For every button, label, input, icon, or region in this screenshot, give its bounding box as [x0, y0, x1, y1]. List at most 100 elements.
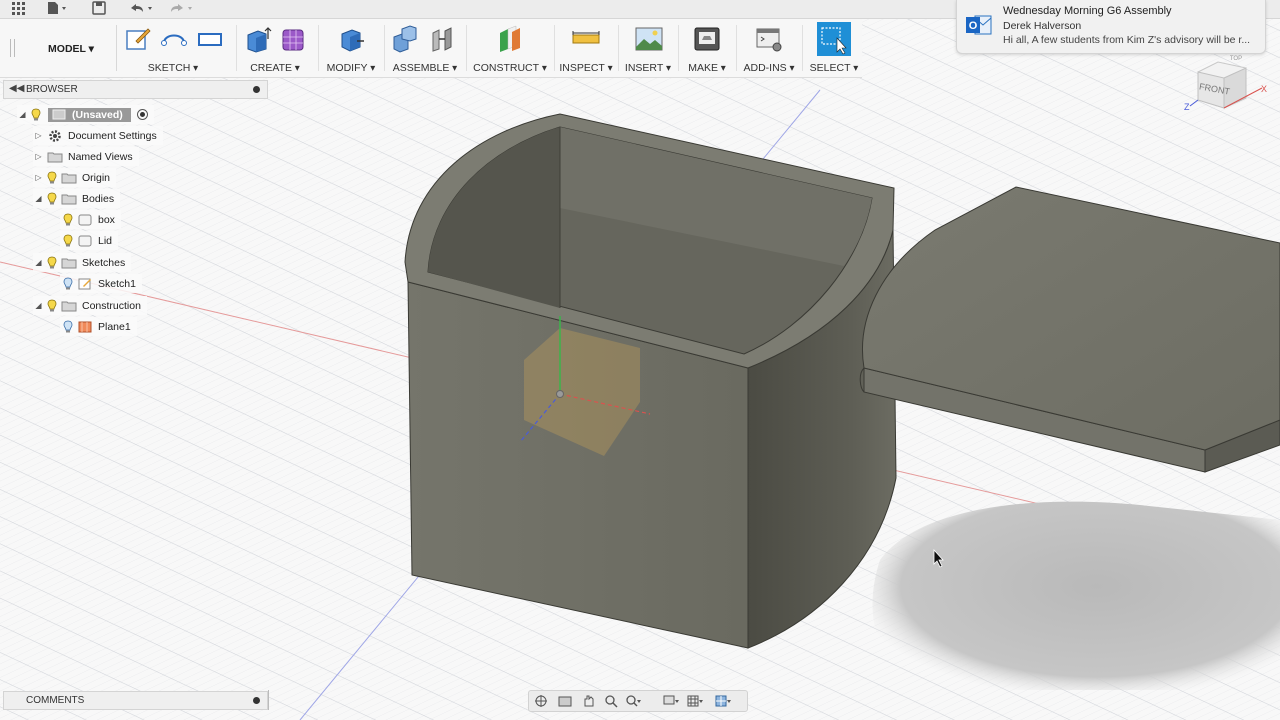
- expand-icon[interactable]: ◢: [17, 110, 28, 119]
- add-ins-menu[interactable]: ADD-INS: [738, 62, 800, 74]
- pin-icon[interactable]: [253, 86, 260, 93]
- document-name[interactable]: (Unsaved): [72, 109, 123, 121]
- grid-settings-icon[interactable]: [687, 694, 703, 708]
- file-icon[interactable]: [44, 0, 72, 16]
- fit-icon[interactable]: [625, 694, 641, 708]
- pan-icon[interactable]: [581, 694, 597, 708]
- folder-icon: [46, 150, 64, 163]
- sketch-group[interactable]: SKETCH: [118, 19, 228, 77]
- visibility-bulb-icon[interactable]: [44, 171, 60, 184]
- visibility-bulb-icon[interactable]: [60, 277, 76, 290]
- comments-grip[interactable]: [268, 690, 271, 710]
- tree-item-plane1[interactable]: Plane1: [60, 317, 137, 336]
- select-menu[interactable]: SELECT: [806, 62, 862, 74]
- 3d-print-icon[interactable]: [693, 25, 721, 53]
- tree-item-document-settings[interactable]: ▷ Document Settings: [33, 126, 163, 145]
- tree-item-sketch1[interactable]: Sketch1: [60, 274, 142, 293]
- expand-icon[interactable]: ▷: [33, 131, 44, 140]
- outlook-icon: O: [966, 15, 992, 35]
- tree-item-named-views[interactable]: ▷ Named Views: [33, 147, 139, 166]
- tree-item-lid[interactable]: Lid: [60, 231, 119, 250]
- press-pull-icon[interactable]: [337, 25, 365, 53]
- view-cube-top[interactable]: TOP: [1230, 56, 1242, 62]
- visibility-bulb-icon[interactable]: [60, 234, 76, 247]
- expand-icon[interactable]: ◢: [33, 194, 44, 203]
- extrude-icon[interactable]: [244, 25, 272, 53]
- email-notification[interactable]: O Wednesday Morning G6 Assembly Derek Ha…: [956, 0, 1266, 54]
- insert-image-icon[interactable]: [635, 25, 663, 53]
- insert-group[interactable]: INSERT: [620, 19, 676, 77]
- view-cube[interactable]: FRONT TOP X Z: [1178, 50, 1268, 120]
- viewports-icon[interactable]: [715, 694, 731, 708]
- offset-plane-icon[interactable]: [496, 25, 524, 53]
- orbit-icon[interactable]: [533, 694, 549, 708]
- tree-root[interactable]: ◢ (Unsaved): [17, 105, 154, 124]
- body-shadow: [872, 501, 1280, 690]
- form-icon[interactable]: [280, 25, 308, 53]
- make-group[interactable]: MAKE: [680, 19, 734, 77]
- visibility-bulb-icon[interactable]: [44, 256, 60, 269]
- ribbon-grip[interactable]: [10, 39, 15, 57]
- visibility-bulb-icon[interactable]: [44, 192, 60, 205]
- sketch-menu[interactable]: SKETCH: [118, 62, 228, 74]
- save-icon[interactable]: [90, 0, 108, 16]
- collapse-icon[interactable]: ◀◀: [9, 83, 24, 94]
- expand-icon[interactable]: ▷: [33, 152, 44, 161]
- expand-icon[interactable]: ▷: [33, 173, 44, 182]
- visibility-bulb-icon[interactable]: [60, 320, 76, 333]
- new-component-icon[interactable]: [390, 25, 418, 53]
- expand-icon[interactable]: ◢: [33, 301, 44, 310]
- modify-group[interactable]: MODIFY: [320, 19, 382, 77]
- tree-item-origin[interactable]: ▷ Origin: [33, 168, 117, 187]
- modify-menu[interactable]: MODIFY: [320, 62, 382, 74]
- joint-icon[interactable]: [428, 25, 456, 53]
- visibility-bulb-icon[interactable]: [28, 108, 44, 121]
- look-at-icon[interactable]: [557, 694, 573, 708]
- undo-icon[interactable]: [126, 0, 158, 16]
- workspace-switcher[interactable]: MODEL ▾: [32, 38, 110, 60]
- add-comment-icon[interactable]: [253, 697, 260, 704]
- construct-group[interactable]: CONSTRUCT: [468, 19, 552, 77]
- scripts-icon[interactable]: [755, 25, 783, 53]
- arc-icon[interactable]: [160, 25, 188, 53]
- add-ins-group[interactable]: ADD-INS: [738, 19, 800, 77]
- tree-item-bodies[interactable]: ◢ Bodies: [33, 189, 121, 208]
- assemble-group[interactable]: ASSEMBLE: [386, 19, 464, 77]
- inspect-menu[interactable]: INSPECT: [556, 62, 616, 74]
- tree-item-box[interactable]: box: [60, 210, 121, 229]
- create-sketch-icon[interactable]: [124, 25, 152, 53]
- redo-icon[interactable]: [166, 0, 198, 16]
- browser-title: BROWSER: [26, 84, 78, 95]
- visibility-bulb-icon[interactable]: [44, 299, 60, 312]
- zoom-icon[interactable]: [603, 694, 619, 708]
- display-settings-icon[interactable]: [663, 694, 679, 708]
- measure-icon[interactable]: [572, 25, 600, 53]
- make-menu[interactable]: MAKE: [680, 62, 734, 74]
- select-group[interactable]: SELECT: [806, 19, 862, 77]
- expand-icon[interactable]: ◢: [33, 258, 44, 267]
- divider: [236, 25, 237, 71]
- folder-icon: [60, 256, 78, 269]
- tree-item-sketches[interactable]: ◢ Sketches: [33, 253, 132, 272]
- grid-icon[interactable]: [10, 0, 26, 16]
- create-group[interactable]: CREATE: [240, 19, 310, 77]
- notification-sender: Derek Halverson: [1003, 20, 1082, 32]
- divider: [678, 25, 679, 71]
- active-radio-icon[interactable]: [136, 109, 148, 120]
- assemble-menu[interactable]: ASSEMBLE: [386, 62, 464, 74]
- rectangle-icon[interactable]: [196, 25, 224, 53]
- folder-icon: [60, 299, 78, 312]
- comments-panel[interactable]: COMMENTS: [3, 691, 268, 710]
- box-body[interactable]: [404, 113, 897, 649]
- select-icon[interactable]: [817, 22, 851, 56]
- browser-header[interactable]: ◀◀ BROWSER: [3, 80, 268, 99]
- document-icon: [52, 109, 66, 120]
- construct-menu[interactable]: CONSTRUCT: [468, 62, 552, 74]
- tree-item-construction[interactable]: ◢ Construction: [33, 296, 147, 315]
- gear-icon: [46, 129, 64, 142]
- visibility-bulb-icon[interactable]: [60, 213, 76, 226]
- inspect-group[interactable]: INSPECT: [556, 19, 616, 77]
- insert-menu[interactable]: INSERT: [620, 62, 676, 74]
- create-menu[interactable]: CREATE: [240, 62, 310, 74]
- plane-icon: [76, 320, 94, 333]
